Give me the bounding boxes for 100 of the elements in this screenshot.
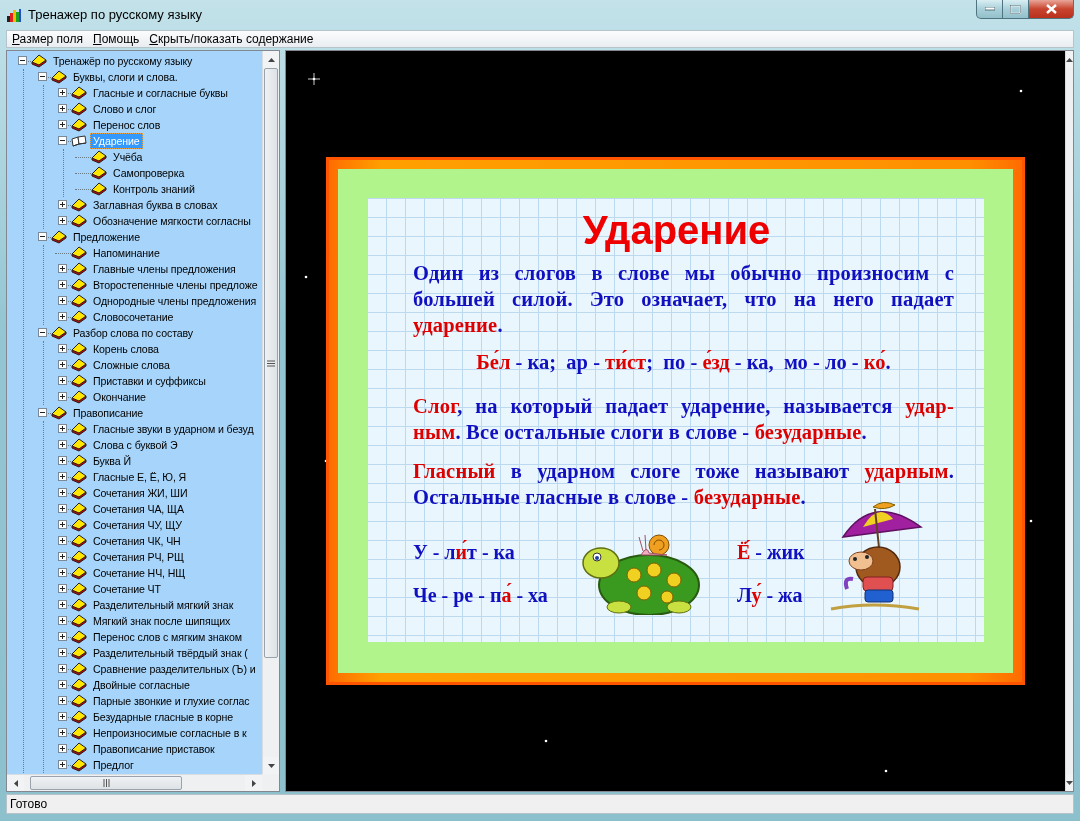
tree-item[interactable]: Гласные Е, Ё, Ю, Я [90, 469, 190, 485]
tree-item[interactable]: Буква Й [90, 453, 134, 469]
scroll-up-button[interactable] [1066, 51, 1073, 68]
tree-item[interactable]: Предлог [90, 757, 137, 773]
tree-item[interactable]: Предложение [70, 229, 143, 245]
tree-item[interactable]: Слово и слог [90, 101, 160, 117]
tree-item[interactable]: Перенос слов [90, 117, 164, 133]
tree-item[interactable]: Однородные члены предложения [90, 293, 260, 309]
close-icon [1045, 4, 1057, 14]
plus-box-icon [58, 216, 67, 225]
book-icon [71, 102, 87, 116]
tree-item[interactable]: Парные звонкие и глухие соглас [90, 693, 253, 709]
tree-item[interactable]: Напоминание [90, 245, 163, 261]
plus-box-icon [58, 600, 67, 609]
book-icon [71, 454, 87, 468]
plus-box-icon [58, 120, 67, 129]
tree-item[interactable]: Второстепенные члены предложе [90, 277, 261, 293]
tree-item[interactable]: Словосочетание [90, 309, 177, 325]
plus-box-icon [58, 312, 67, 321]
tree-item[interactable]: Разделительный мягкий знак [90, 597, 237, 613]
plus-box-icon [58, 696, 67, 705]
tree-item[interactable]: Обозначение мягкости согласны [90, 213, 254, 229]
maximize-icon [1010, 4, 1021, 14]
triangle-down-icon [1066, 780, 1073, 785]
book-icon [71, 486, 87, 500]
plus-box-icon [58, 728, 67, 737]
menu-item[interactable]: Скрыть/показать содержание [144, 30, 319, 48]
tree-item[interactable]: Сложные слова [90, 357, 173, 373]
book-icon [71, 278, 87, 292]
tree-item[interactable]: Правописание [70, 405, 147, 421]
tree-item[interactable]: Сочетания ЧУ, ЩУ [90, 517, 185, 533]
tree-item[interactable]: Гласные звуки в ударном и безуд [90, 421, 257, 437]
tree-item[interactable]: Безударные гласные в корне [90, 709, 237, 725]
tree-item[interactable]: Главные члены предложения [90, 261, 239, 277]
tree-item[interactable]: Контроль знаний [110, 181, 198, 197]
book-icon [71, 470, 87, 484]
tree-item[interactable]: Правописание приставок [90, 741, 218, 757]
scroll-left-button[interactable] [7, 775, 24, 791]
lesson-paragraph: Один из слогов в слове мы обычно произносим с большей силой. Это означает, что на него падает ударение. [413, 261, 954, 338]
scrollbar-thumb[interactable] [30, 776, 182, 790]
scrollbar-thumb[interactable] [264, 68, 278, 658]
book-icon [71, 694, 87, 708]
plus-box-icon [58, 200, 67, 209]
book-icon [51, 70, 67, 84]
book-icon [71, 678, 87, 692]
minus-box-icon [58, 136, 67, 145]
plus-box-icon [58, 712, 67, 721]
menu-item[interactable]: Размер поля [7, 30, 88, 48]
plus-box-icon [58, 472, 67, 481]
book-icon [71, 742, 87, 756]
tree-item[interactable]: Сочетания ЖИ, ШИ [90, 485, 191, 501]
menu-item[interactable]: Помощь [88, 30, 145, 48]
plus-box-icon [58, 584, 67, 593]
book-icon [71, 310, 87, 324]
plus-box-icon [58, 552, 67, 561]
tree-item[interactable]: Слова с буквой Э [90, 437, 181, 453]
maximize-button[interactable] [1003, 0, 1029, 19]
close-button[interactable] [1029, 0, 1074, 19]
tree-item[interactable]: Заглавная буква в словах [90, 197, 221, 213]
tree-item[interactable]: Сочетания ЧК, ЧН [90, 533, 184, 549]
tree-item[interactable]: Приставки и суффиксы [90, 373, 209, 389]
tree-item[interactable]: Учёба [110, 149, 146, 165]
plus-box-icon [58, 664, 67, 673]
plus-box-icon [58, 104, 67, 113]
plus-box-icon [58, 760, 67, 769]
status-text: Готово [9, 796, 48, 813]
tree-item[interactable]: Непроизносимые согласные в к [90, 725, 250, 741]
book-icon [71, 518, 87, 532]
tree-item[interactable]: Корень слова [90, 341, 162, 357]
triangle-up-icon [267, 57, 275, 62]
scroll-down-button[interactable] [1066, 774, 1073, 791]
example-words: Бе́л - ка; ар - ти́ст; по - е́зд - ка, мо - ло - ко́. [475, 349, 892, 375]
book-icon [71, 358, 87, 372]
book-icon [51, 326, 67, 340]
tree-item[interactable]: Двойные согласные [90, 677, 193, 693]
tree-item[interactable]: Сочетание НЧ, НЩ [90, 565, 189, 581]
scroll-right-button[interactable] [245, 775, 262, 791]
tree-item[interactable]: Тренажёр по русскому языку [50, 53, 196, 69]
tree-item[interactable]: Сочетание ЧТ [90, 581, 164, 597]
tree-item[interactable]: Гласные и согласные буквы [90, 85, 231, 101]
triangle-left-icon [13, 779, 18, 787]
tree-item[interactable]: Разделительный твёрдый знак ( [90, 645, 251, 661]
book-icon [71, 390, 87, 404]
tree-item[interactable]: Мягкий знак после шипящих [90, 613, 234, 629]
tree-item[interactable]: Окончание [90, 389, 149, 405]
tree-item[interactable]: Буквы, слоги и слова. [70, 69, 181, 85]
minimize-button[interactable] [976, 0, 1003, 19]
triangle-right-icon [251, 779, 256, 787]
tree-item[interactable]: Сравнение разделительных (Ъ) и [90, 661, 259, 677]
tree-item[interactable]: Самопроверка [110, 165, 188, 181]
scroll-up-button[interactable] [263, 51, 279, 68]
book-icon [71, 342, 87, 356]
tree-item[interactable]: Сочетания РЧ, РЩ [90, 549, 187, 565]
tree-item[interactable]: Разбор слова по составу [70, 325, 197, 341]
book-icon [71, 246, 87, 260]
scroll-down-button[interactable] [263, 757, 279, 774]
tree-item[interactable]: Сочетания ЧА, ЩА [90, 501, 187, 517]
book-icon [71, 550, 87, 564]
tree-item[interactable]: Перенос слов с мягким знаком [90, 629, 245, 645]
book-icon [71, 662, 87, 676]
